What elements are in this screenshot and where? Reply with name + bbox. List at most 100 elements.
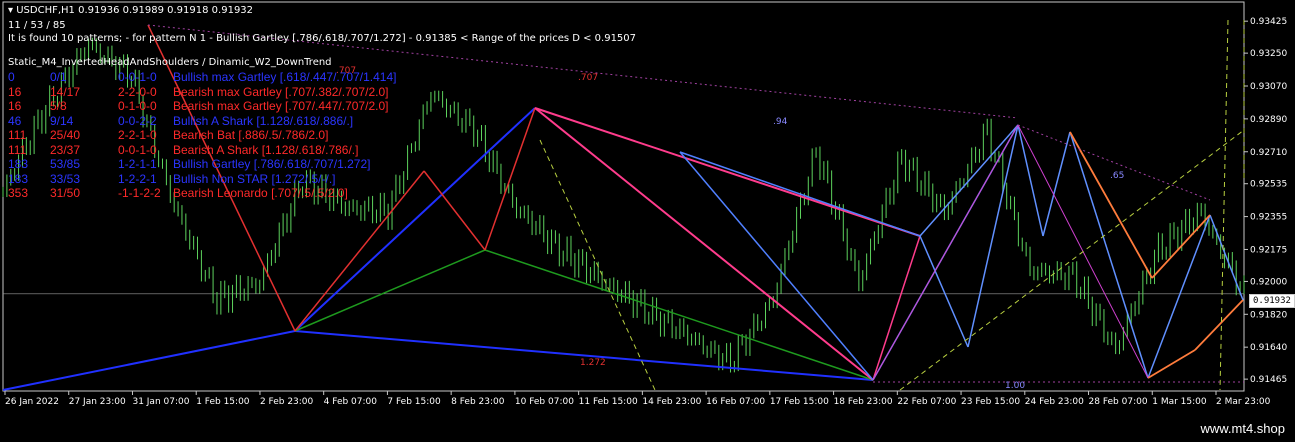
pattern-line: [1147, 349, 1196, 379]
pattern-ratio: 23/37: [50, 142, 81, 157]
pattern-ratio: 14/17: [50, 84, 81, 99]
found-line: It is found 10 patterns; - for pattern N…: [8, 33, 637, 44]
pattern-count: 46: [8, 113, 22, 128]
pattern-name: Bearish Bat [.886/.5/.786/2.0]: [173, 128, 329, 142]
pattern-count: 353: [8, 186, 29, 200]
pattern-line: [534, 107, 874, 381]
pattern-name: Bullish A Shark [1.128/.618/.886/.]: [173, 113, 354, 128]
y-tick-label: 0.92175: [1250, 245, 1287, 255]
pattern-name: Bearish A Shark [1.128/.618/.786/.]: [173, 142, 359, 157]
x-tick-label: 8 Feb 23:00: [451, 397, 505, 407]
pattern-line: [484, 107, 536, 251]
pattern-line: [872, 235, 921, 381]
counter-line: 11 / 53 / 85: [8, 20, 66, 31]
pattern-code: 0-0-2-2: [118, 113, 157, 128]
pattern-count: 16: [8, 84, 22, 99]
y-tick-label: 0.92535: [1250, 180, 1287, 190]
y-tick-label: 0.92000: [1250, 277, 1287, 287]
pattern-count: 183: [8, 171, 29, 186]
y-tick-label: 0.92355: [1250, 213, 1287, 223]
pattern-line: [872, 124, 1019, 381]
pattern-code: 2-2-0-0: [118, 84, 157, 99]
watermark: www.mt4.shop: [1200, 421, 1285, 436]
fib-label: 1.00: [1005, 381, 1025, 391]
pattern-name: Bullish Non STAR [1.272/.5/-/.]: [173, 171, 336, 186]
pattern-count: 111: [8, 128, 27, 142]
x-tick-label: 7 Feb 15:00: [387, 397, 441, 407]
trend-line: [1219, 19, 1229, 391]
dropdown-arrow-icon[interactable]: ▾: [8, 5, 13, 16]
x-tick-label: 4 Feb 07:00: [324, 397, 378, 407]
pattern-code: -1-1-2-2: [118, 186, 161, 200]
pattern-line: [1042, 131, 1071, 237]
pattern-line: [534, 107, 921, 237]
pattern-code: 2-2-1-0: [118, 128, 157, 142]
symbol-text: USDCHF,H1 0.91936 0.91989 0.91918 0.9193…: [16, 5, 254, 16]
pattern-count: 16: [8, 99, 22, 113]
x-tick-label: 26 Jan 2022: [5, 397, 59, 407]
pattern-ratio: 0/1: [50, 70, 67, 84]
x-tick-label: 17 Feb 15:00: [770, 397, 829, 407]
x-tick-label: 18 Feb 23:00: [834, 397, 893, 407]
pattern-code: 0-0-1-0: [118, 70, 157, 84]
pattern-ratio: 53/85: [50, 157, 81, 171]
y-tick-label: 0.91640: [1250, 343, 1287, 353]
x-tick-label: 31 Jan 07:00: [132, 397, 189, 407]
static-line: Static_M4_InvertedHeadAndShoulders / Din…: [8, 57, 332, 68]
fib-label: 1.272: [580, 358, 606, 368]
pattern-count: 0: [8, 70, 15, 84]
pattern-name: Bullish max Gartley [.618/.447/.707/1.41…: [173, 70, 397, 84]
symbol-line: ▾ USDCHF,H1 0.91936 0.91989 0.91918 0.91…: [8, 5, 253, 16]
pattern-line: [1017, 124, 1044, 237]
fib-label: .94: [773, 117, 788, 127]
x-tick-label: 22 Feb 07:00: [897, 397, 956, 407]
pattern-line: [2, 330, 296, 391]
chart-root: .707.707.94.65 1.272 1.00 0.93425 0.93250 0.…: [0, 0, 1295, 442]
y-tick-label: 0.93250: [1250, 49, 1287, 59]
pattern-line: [1194, 299, 1244, 351]
y-tick-label: 0.91820: [1250, 310, 1287, 320]
pattern-ratio: 9/14: [50, 113, 74, 128]
pattern-count: 111: [8, 142, 27, 157]
pattern-line: [1069, 131, 1149, 379]
x-tick-label: 23 Feb 15:00: [961, 397, 1020, 407]
y-tick-label: 0.92890: [1250, 115, 1287, 125]
pattern-code: 1-2-2-1: [118, 171, 157, 186]
x-tick-label: 27 Jan 23:00: [69, 397, 126, 407]
pattern-ratio: 25/40: [50, 128, 81, 142]
pattern-ratio: 31/50: [50, 186, 81, 200]
pattern-name: Bearish max Gartley [.707/.382/.707/2.0]: [173, 84, 389, 99]
y-tick-label: 0.92710: [1250, 148, 1287, 158]
current-price-label: 0.91932: [1249, 294, 1295, 308]
x-tick-label: 14 Feb 23:00: [642, 397, 701, 407]
pattern-name: Bullish Gartley [.786/.618/.707/1.272]: [173, 157, 371, 171]
pattern-line: [484, 249, 874, 381]
x-tick-label: 10 Feb 07:00: [515, 397, 574, 407]
pattern-line: [1151, 214, 1211, 279]
pattern-code: 0-0-1-0: [118, 142, 157, 157]
pattern-line: [1209, 214, 1244, 301]
pattern-line: [294, 330, 874, 381]
y-tick-label: 0.91465: [1250, 375, 1287, 385]
pattern-ratio: 33/53: [50, 171, 81, 186]
x-tick-label: 28 Feb 07:00: [1089, 397, 1148, 407]
y-tick-label: 0.93425: [1250, 17, 1287, 27]
pattern-code: 0-1-0-0: [118, 99, 157, 113]
pattern-ratio: 5/8: [50, 99, 67, 113]
pattern-count: 183: [8, 157, 29, 171]
fib-label: .707: [578, 73, 598, 83]
pattern-code: 1-2-1-1: [118, 157, 157, 171]
fib-label: .65: [1110, 171, 1124, 181]
x-tick-label: 16 Feb 07:00: [706, 397, 765, 407]
pattern-line: [1147, 214, 1211, 379]
pattern-line: [1069, 131, 1153, 279]
fib-line: [1017, 124, 1211, 201]
x-tick-label: 2 Mar 23:00: [1216, 397, 1271, 407]
x-tick-label: 11 Feb 15:00: [579, 397, 638, 407]
y-tick-label: 0.93070: [1250, 82, 1287, 92]
pattern-name: Bearish max Gartley [.707/.447/.707/2.0]: [173, 99, 389, 113]
x-tick-label: 24 Feb 23:00: [1025, 397, 1084, 407]
x-tick-label: 1 Mar 15:00: [1152, 397, 1207, 407]
pattern-line: [919, 235, 969, 348]
pattern-line: [294, 249, 486, 332]
